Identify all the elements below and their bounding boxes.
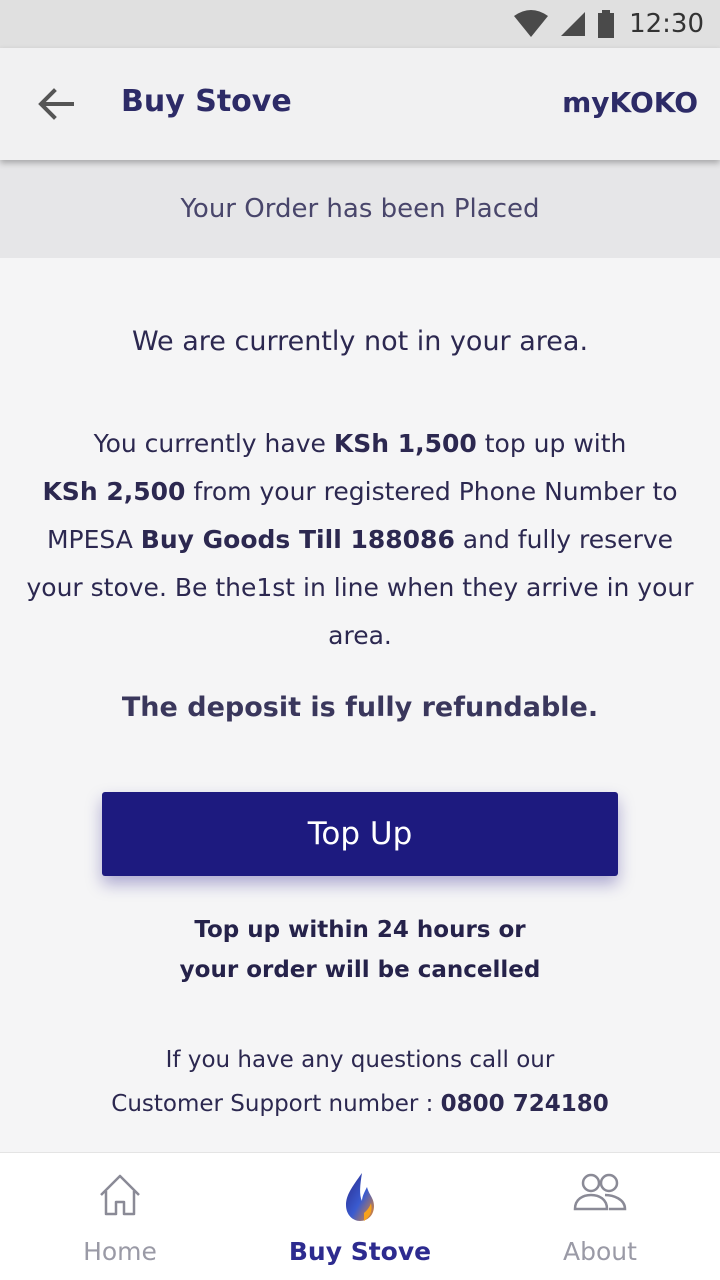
instructions-text-1: You currently have: [93, 429, 334, 458]
top-up-button[interactable]: Top Up: [102, 792, 618, 876]
cancellation-warning: Top up within 24 hours or your order wil…: [0, 910, 720, 990]
support-info: If you have any questions call our Custo…: [0, 1038, 720, 1126]
nav-item-buy-stove[interactable]: Buy Stove: [240, 1153, 480, 1280]
support-line-2: Customer Support number :: [111, 1091, 441, 1117]
back-button[interactable]: [34, 84, 78, 124]
status-time: 12:30: [629, 9, 704, 39]
current-balance: KSh 1,500: [333, 429, 477, 458]
app-bar: Buy Stove myKOKO: [0, 48, 720, 160]
instructions-text-2: top up with: [476, 429, 627, 458]
nav-item-about[interactable]: About: [480, 1153, 720, 1280]
bottom-navigation: Home Buy Stove About: [0, 1152, 720, 1280]
home-icon: [100, 1174, 140, 1216]
wifi-icon: [514, 10, 549, 37]
nav-item-home[interactable]: Home: [0, 1153, 240, 1280]
warning-line-1: Top up within 24 hours or: [194, 917, 526, 943]
nav-label-about: About: [563, 1237, 637, 1266]
not-in-area-text: We are currently not in your area.: [131, 326, 589, 357]
refundable-note: The deposit is fully refundable.: [121, 692, 599, 723]
page-title: Buy Stove: [121, 84, 292, 119]
nav-label-buy-stove: Buy Stove: [288, 1237, 432, 1266]
topup-instructions: You currently have KSh 1,500 top up with…: [20, 420, 700, 660]
people-icon: [573, 1173, 627, 1211]
signal-icon: [561, 12, 586, 36]
brand-logo-text: myKOKO: [562, 86, 698, 119]
status-bar: 12:30: [0, 0, 720, 48]
till-number: Buy Goods Till 188086: [140, 525, 455, 554]
warning-line-2: your order will be cancelled: [179, 957, 541, 983]
banner-text: Your Order has been Placed: [180, 194, 540, 224]
support-phone-number[interactable]: 0800 724180: [441, 1091, 609, 1117]
flame-icon: [346, 1173, 374, 1221]
arrow-left-icon: [38, 88, 74, 120]
support-line-1: If you have any questions call our: [165, 1047, 555, 1073]
battery-icon: [598, 10, 615, 38]
topup-amount: KSh 2,500: [42, 477, 186, 506]
order-placed-banner: Your Order has been Placed: [0, 160, 720, 258]
nav-label-home: Home: [83, 1237, 157, 1266]
